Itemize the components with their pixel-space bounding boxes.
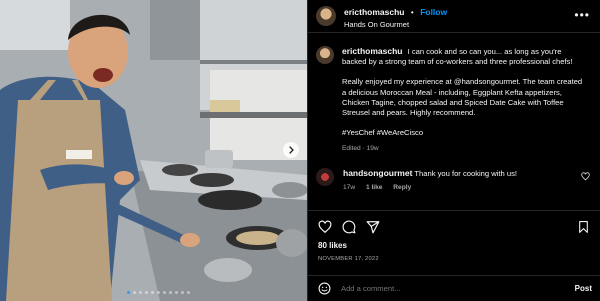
caption-meta: Edited · 19w (342, 145, 379, 153)
comment-likes[interactable]: 1 like (366, 184, 383, 191)
emoji-button[interactable] (318, 282, 331, 295)
heart-icon (318, 220, 332, 233)
comments-section[interactable]: ericthomaschu I can cook and so can you.… (308, 34, 600, 206)
carousel-dot[interactable] (133, 291, 136, 294)
author-avatar[interactable] (316, 6, 336, 26)
carousel-dot[interactable] (163, 291, 166, 294)
action-bar (308, 211, 600, 235)
comment-meta: 17w 1 like Reply (343, 183, 517, 193)
caption-avatar[interactable] (316, 46, 334, 64)
save-button[interactable] (577, 220, 590, 234)
caption-hashtags[interactable]: #YesChef #WeAreCisco (342, 128, 584, 138)
send-icon (366, 220, 380, 233)
author-username[interactable]: ericthomaschu (344, 7, 404, 18)
comment-input[interactable] (341, 284, 575, 293)
post-date: NOVEMBER 17, 2022 (318, 256, 379, 262)
carousel-dot[interactable] (157, 291, 160, 294)
comment-icon (342, 220, 356, 233)
commenter-avatar[interactable] (316, 167, 334, 186)
carousel-dots (127, 291, 190, 294)
more-options-button[interactable]: ••• (574, 9, 590, 21)
caption-paragraph: Really enjoyed my experience at @handson… (342, 77, 583, 118)
commenter-username[interactable]: handsongourmet (343, 168, 412, 178)
reply-button[interactable]: Reply (393, 184, 411, 191)
comment-age: 17w (343, 183, 356, 191)
next-slide-button[interactable] (283, 142, 299, 158)
carousel-dot[interactable] (151, 291, 154, 294)
comment-text: Thank you for cooking with us! (414, 168, 517, 178)
separator-dot: • (410, 8, 414, 18)
caption-body: ericthomaschu I can cook and so can you.… (342, 46, 584, 155)
caption: ericthomaschu I can cook and so can you.… (316, 46, 584, 155)
carousel-dot[interactable] (127, 291, 130, 294)
post-header: ericthomaschu • Follow Hands On Gourmet … (308, 0, 600, 33)
carousel-dot[interactable] (139, 291, 142, 294)
comment-body: handsongourmet Thank you for cooking wit… (343, 168, 517, 193)
post-media[interactable] (0, 0, 307, 301)
post-comment-button[interactable]: Post (575, 284, 592, 293)
emoji-icon (318, 282, 331, 295)
likes-count[interactable]: 80 likes (308, 235, 600, 250)
comment-button[interactable] (342, 220, 356, 234)
bookmark-icon (579, 220, 588, 233)
location-link[interactable]: Hands On Gourmet (344, 20, 447, 30)
post-actions: 80 likes NOVEMBER 17, 2022 Post (308, 210, 600, 300)
post-detail-panel: ericthomaschu • Follow Hands On Gourmet … (307, 0, 600, 301)
carousel-dot[interactable] (169, 291, 172, 294)
like-button[interactable] (318, 220, 332, 234)
carousel-dot[interactable] (145, 291, 148, 294)
carousel-dot[interactable] (187, 291, 190, 294)
comment-item: handsongourmet Thank you for cooking wit… (316, 167, 590, 193)
chevron-right-icon (289, 146, 294, 154)
carousel-dot[interactable] (181, 291, 184, 294)
add-comment-bar: Post (308, 275, 600, 301)
follow-button[interactable]: Follow (420, 7, 447, 18)
carousel-dot[interactable] (175, 291, 178, 294)
caption-username[interactable]: ericthomaschu (342, 46, 402, 56)
kitchen-photo (0, 0, 307, 301)
author-info: ericthomaschu • Follow Hands On Gourmet (344, 2, 447, 29)
share-button[interactable] (366, 220, 380, 234)
comment-heart-icon[interactable] (581, 172, 590, 181)
